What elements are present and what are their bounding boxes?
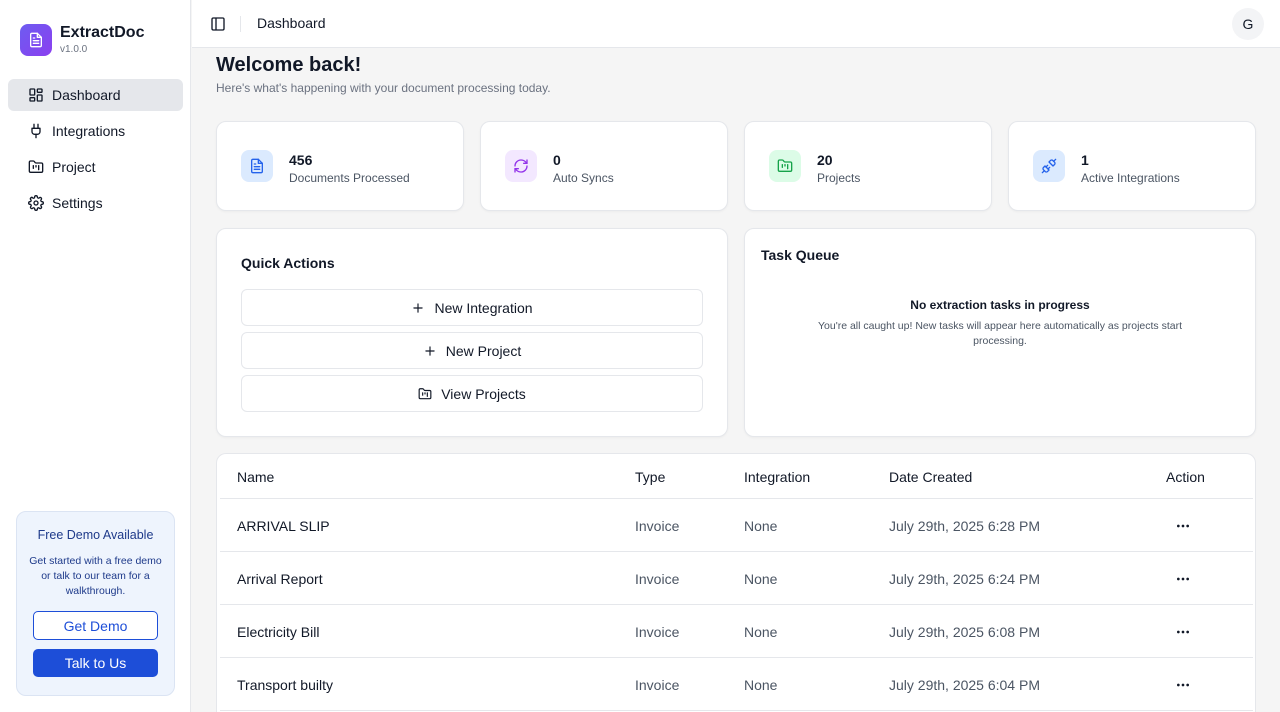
folder-chart-icon — [769, 150, 801, 182]
cell-type: Invoice — [635, 624, 680, 640]
stat-value: 456 — [289, 152, 313, 168]
stat-value: 20 — [817, 152, 833, 168]
get-demo-button[interactable]: Get Demo — [33, 611, 158, 640]
table-row[interactable]: Electricity Bill Invoice None July 29th,… — [220, 605, 1253, 658]
page-subtitle: Here's what's happening with your docume… — [216, 81, 551, 95]
cell-name: Transport builty — [237, 677, 333, 693]
cell-integration: None — [744, 677, 778, 693]
button-label: New Integration — [434, 299, 533, 316]
sidebar-item-project[interactable]: Project — [8, 151, 183, 183]
table-row[interactable]: Arrival Report Invoice None July 29th, 2… — [220, 552, 1253, 605]
plug-connect-icon — [1033, 150, 1065, 182]
stat-label: Documents Processed — [289, 171, 410, 185]
cell-date: July 29th, 2025 6:04 PM — [889, 677, 1040, 693]
sidebar: ExtractDoc v1.0.0 Dashboard Integrations… — [0, 0, 191, 712]
documents-table: Name Type Integration Date Created Actio… — [216, 453, 1256, 712]
quick-actions-title: Quick Actions — [241, 255, 335, 271]
stat-card-auto-syncs: 0 Auto Syncs — [480, 121, 728, 211]
cell-name: Arrival Report — [237, 571, 323, 587]
brand-name: ExtractDoc — [60, 24, 145, 41]
table-row[interactable]: Transport builty Invoice None July 29th,… — [220, 658, 1253, 711]
page-title: Welcome back! — [216, 54, 362, 76]
task-queue-title: Task Queue — [761, 247, 840, 263]
new-integration-button[interactable]: New Integration — [241, 289, 703, 326]
more-options-icon[interactable] — [1171, 569, 1195, 589]
brand-version: v1.0.0 — [60, 44, 88, 55]
cell-name: ARRIVAL SLIP — [237, 518, 330, 534]
free-demo-card: Free Demo Available Get started with a f… — [16, 511, 175, 696]
more-options-icon[interactable] — [1171, 622, 1195, 642]
document-icon — [20, 24, 52, 56]
stat-card-projects: 20 Projects — [744, 121, 992, 211]
plus-icon — [413, 302, 424, 313]
column-header-integration: Integration — [744, 469, 811, 485]
sidebar-item-settings[interactable]: Settings — [8, 187, 183, 219]
folder-icon — [28, 160, 44, 173]
cell-date: July 29th, 2025 6:28 PM — [889, 518, 1040, 534]
plus-icon — [425, 345, 435, 356]
folder-icon — [418, 387, 432, 399]
sidebar-item-dashboard[interactable]: Dashboard — [8, 79, 183, 111]
cell-integration: None — [744, 518, 778, 534]
talk-to-us-button[interactable]: Talk to Us — [33, 649, 158, 677]
plug-icon — [31, 123, 41, 139]
cell-name: Electricity Bill — [237, 624, 320, 640]
cell-integration: None — [744, 624, 778, 640]
demo-title: Free Demo Available — [37, 528, 154, 542]
column-header-name: Name — [237, 469, 275, 485]
quick-actions-panel: Quick Actions New Integration New Projec… — [216, 228, 728, 437]
column-header-action: Action — [1166, 469, 1205, 485]
document-icon — [241, 150, 273, 182]
empty-state-description: You're all caught up! New tasks will app… — [817, 320, 1183, 347]
column-header-date: Date Created — [889, 469, 973, 485]
refresh-icon — [505, 150, 537, 182]
header-divider — [240, 16, 241, 32]
more-options-icon[interactable] — [1171, 675, 1195, 695]
sidebar-item-label: Integrations — [52, 123, 126, 139]
column-header-type: Type — [635, 469, 666, 485]
cell-type: Invoice — [635, 518, 680, 534]
sidebar-item-label: Settings — [52, 195, 103, 211]
top-bar: Dashboard G — [192, 0, 1280, 48]
sidebar-item-label: Dashboard — [52, 87, 121, 103]
table-row[interactable]: ARRIVAL SLIP Invoice None July 29th, 202… — [220, 499, 1253, 552]
sidebar-item-integrations[interactable]: Integrations — [8, 115, 183, 147]
gear-icon — [28, 195, 44, 211]
task-queue-panel: Task Queue No extraction tasks in progre… — [744, 228, 1256, 437]
brand[interactable]: ExtractDoc v1.0.0 — [20, 24, 144, 56]
stat-value: 0 — [553, 152, 561, 168]
avatar[interactable]: G — [1232, 8, 1264, 40]
button-label: New Project — [445, 342, 522, 359]
cell-date: July 29th, 2025 6:08 PM — [889, 624, 1040, 640]
sidebar-toggle-icon[interactable] — [210, 16, 226, 32]
cell-date: July 29th, 2025 6:24 PM — [889, 571, 1040, 587]
stat-value: 1 — [1081, 152, 1089, 168]
dashboard-icon — [29, 88, 43, 102]
button-label: View Projects — [441, 385, 526, 402]
new-project-button[interactable]: New Project — [241, 332, 703, 369]
stat-card-integrations: 1 Active Integrations — [1008, 121, 1256, 211]
stat-label: Projects — [817, 171, 861, 185]
stat-label: Auto Syncs — [553, 171, 614, 185]
table-header: Name Type Integration Date Created Actio… — [220, 454, 1253, 499]
cell-type: Invoice — [635, 677, 680, 693]
view-projects-button[interactable]: View Projects — [241, 375, 703, 412]
demo-description: Get started with a free demo or talk to … — [29, 555, 162, 597]
more-options-icon[interactable] — [1171, 516, 1195, 536]
stat-label: Active Integrations — [1081, 171, 1180, 185]
stat-card-documents: 456 Documents Processed — [216, 121, 464, 211]
cell-integration: None — [744, 571, 778, 587]
cell-type: Invoice — [635, 571, 680, 587]
breadcrumb: Dashboard — [257, 15, 326, 31]
sidebar-nav: Dashboard Integrations Project Settings — [8, 79, 183, 223]
sidebar-item-label: Project — [52, 159, 96, 175]
empty-state-title: No extraction tasks in progress — [910, 298, 1090, 312]
